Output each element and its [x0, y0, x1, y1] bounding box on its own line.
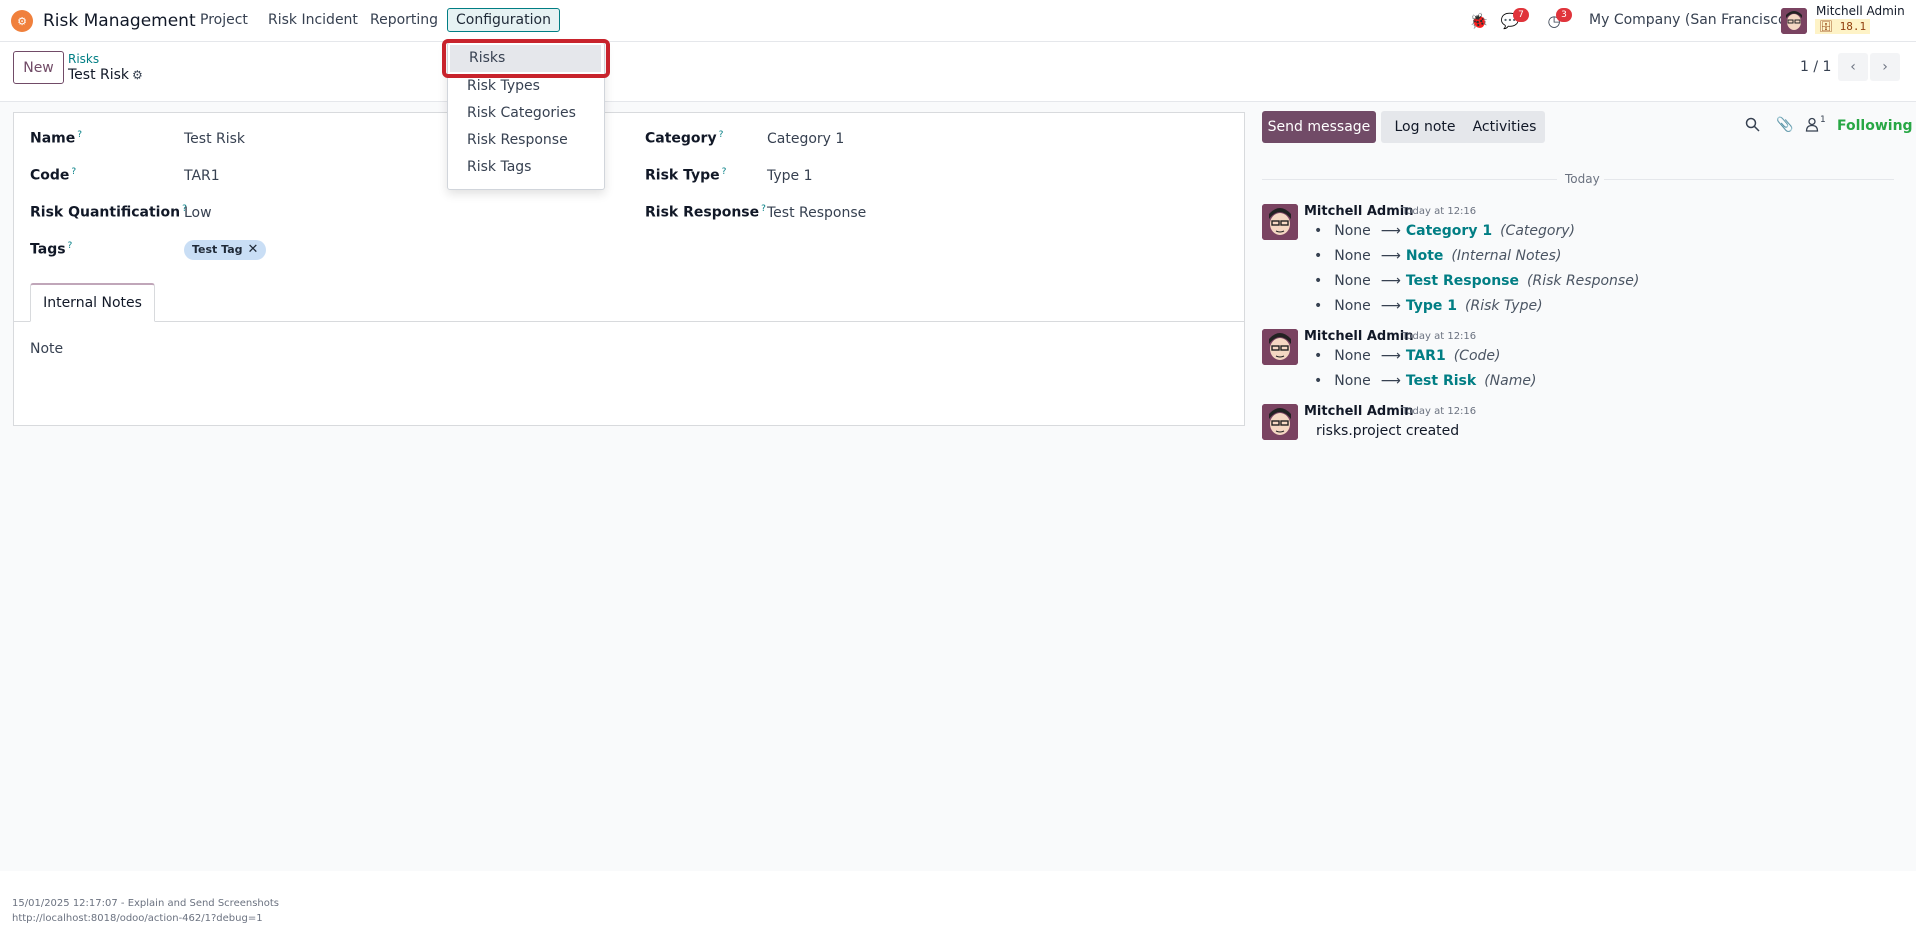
- user-avatar[interactable]: [1781, 8, 1807, 34]
- search-icon-svg: [1745, 117, 1760, 132]
- form-sheet: Name? Test Risk Code? TAR1 Risk Quantifi…: [13, 112, 1245, 426]
- menu-item-risk-categories[interactable]: Risk Categories: [448, 100, 604, 127]
- messages-badge: 7: [1513, 8, 1529, 22]
- arrow-right-icon: ⟶: [1380, 373, 1401, 389]
- app-title[interactable]: Risk Management: [43, 11, 196, 31]
- followers-count: 1: [1820, 115, 1826, 125]
- company-switcher[interactable]: My Company (San Francisco): [1589, 12, 1792, 28]
- tracking-line: • None ⟶ TAR1 (Code): [1314, 348, 1501, 364]
- code-field[interactable]: TAR1: [184, 168, 220, 184]
- db-version-badge: 🗄 18.1: [1815, 19, 1871, 34]
- tags-label: Tags?: [30, 241, 73, 258]
- date-separator: Today: [1565, 172, 1600, 186]
- new-button[interactable]: New: [13, 51, 64, 84]
- pager-prev-icon[interactable]: ‹: [1838, 53, 1868, 81]
- remove-tag-icon[interactable]: ✕: [248, 242, 259, 257]
- help-icon[interactable]: ?: [761, 204, 766, 214]
- menu-configuration[interactable]: Configuration: [447, 8, 560, 32]
- category-field[interactable]: Category 1: [767, 131, 844, 147]
- top-navbar: ⚙ Risk Management Project Risk Incident …: [0, 0, 1916, 42]
- breadcrumb-current: Test Risk ⚙: [68, 67, 143, 83]
- avatar-icon: [1262, 329, 1298, 365]
- avatar-icon: [1262, 204, 1298, 240]
- person-icon: [1805, 117, 1819, 132]
- menu-risk-incident[interactable]: Risk Incident: [268, 12, 358, 28]
- tab-divider: [14, 321, 1244, 322]
- help-icon[interactable]: ?: [68, 241, 73, 251]
- message-author[interactable]: Mitchell Admin: [1304, 404, 1413, 419]
- user-name[interactable]: Mitchell Admin: [1816, 4, 1905, 18]
- risk-quantification-field[interactable]: Low: [184, 205, 212, 221]
- arrow-right-icon: ⟶: [1380, 248, 1401, 264]
- category-label: Category?: [645, 130, 724, 147]
- arrow-right-icon: ⟶: [1380, 223, 1401, 239]
- arrow-right-icon: ⟶: [1380, 348, 1401, 364]
- risk-quantification-label: Risk Quantification?: [30, 204, 187, 221]
- tracking-line: • None ⟶ Category 1 (Category): [1314, 223, 1575, 239]
- message-author[interactable]: Mitchell Admin: [1304, 204, 1413, 219]
- arrow-right-icon: ⟶: [1380, 273, 1401, 289]
- activities-button[interactable]: Activities: [1464, 111, 1545, 143]
- gear-icon[interactable]: ⚙: [132, 68, 143, 82]
- debug-bug-icon[interactable]: 🐞: [1469, 12, 1489, 30]
- menu-item-risk-tags[interactable]: Risk Tags: [448, 154, 604, 181]
- tag-badge[interactable]: Test Tag ✕: [184, 240, 267, 260]
- breadcrumb-risks[interactable]: Risks: [68, 52, 99, 66]
- menu-reporting[interactable]: Reporting: [370, 12, 438, 28]
- footer-url: http://localhost:8018/odoo/action-462/1?…: [12, 913, 263, 924]
- message-time: Today at 12:16: [1402, 406, 1477, 417]
- help-icon[interactable]: ?: [71, 167, 76, 177]
- arrow-right-icon: ⟶: [1380, 298, 1401, 314]
- tracking-line: • None ⟶ Test Risk (Name): [1314, 373, 1537, 389]
- risk-type-label: Risk Type?: [645, 167, 727, 184]
- control-panel: New Risks Test Risk ⚙ 1 / 1 ‹ ›: [0, 42, 1916, 102]
- message-avatar[interactable]: [1262, 204, 1298, 240]
- avatar-icon: [1262, 404, 1298, 440]
- tracking-line: • None ⟶ Type 1 (Risk Type): [1314, 298, 1543, 314]
- log-note-button[interactable]: Log note: [1381, 111, 1469, 143]
- pager-value[interactable]: 1 / 1: [1800, 59, 1831, 75]
- help-icon[interactable]: ?: [722, 167, 727, 177]
- date-divider-right: [1604, 179, 1894, 180]
- code-label: Code?: [30, 167, 77, 184]
- footer-timestamp: 15/01/2025 12:17:07 - Explain and Send S…: [12, 898, 280, 909]
- risk-response-label: Risk Response?: [645, 204, 766, 221]
- risk-type-field[interactable]: Type 1: [767, 168, 813, 184]
- app-logo-icon[interactable]: ⚙: [11, 10, 33, 32]
- message-body: risks.project created: [1316, 423, 1460, 439]
- risk-response-field[interactable]: Test Response: [767, 205, 866, 221]
- send-message-button[interactable]: Send message: [1262, 111, 1376, 143]
- message-time: Today at 12:16: [1402, 206, 1477, 217]
- following-button[interactable]: Following: [1837, 118, 1913, 134]
- message-avatar[interactable]: [1262, 404, 1298, 440]
- message-time: Today at 12:16: [1402, 331, 1477, 342]
- user-avatar-icon: [1781, 8, 1807, 34]
- tab-internal-notes[interactable]: Internal Notes: [30, 283, 155, 322]
- search-icon[interactable]: [1745, 117, 1760, 136]
- tracking-line: • None ⟶ Test Response (Risk Response): [1314, 273, 1640, 289]
- tracking-line: • None ⟶ Note (Internal Notes): [1314, 248, 1562, 264]
- help-icon[interactable]: ?: [719, 130, 724, 140]
- name-field[interactable]: Test Risk: [184, 131, 245, 147]
- name-label: Name?: [30, 130, 83, 147]
- internal-notes-field[interactable]: Note: [30, 341, 63, 357]
- followers-icon[interactable]: [1805, 117, 1819, 136]
- debug-footer: 15/01/2025 12:17:07 - Explain and Send S…: [0, 871, 1916, 937]
- highlight-annotation: [442, 39, 610, 78]
- activities-badge: 3: [1556, 8, 1572, 22]
- menu-item-risk-response[interactable]: Risk Response: [448, 127, 604, 154]
- pager-next-icon[interactable]: ›: [1870, 53, 1900, 81]
- message-author[interactable]: Mitchell Admin: [1304, 329, 1413, 344]
- message-avatar[interactable]: [1262, 329, 1298, 365]
- help-icon[interactable]: ?: [77, 130, 82, 140]
- date-divider-left: [1262, 179, 1557, 180]
- menu-project[interactable]: Project: [200, 12, 248, 28]
- paperclip-icon[interactable]: 📎: [1776, 117, 1793, 133]
